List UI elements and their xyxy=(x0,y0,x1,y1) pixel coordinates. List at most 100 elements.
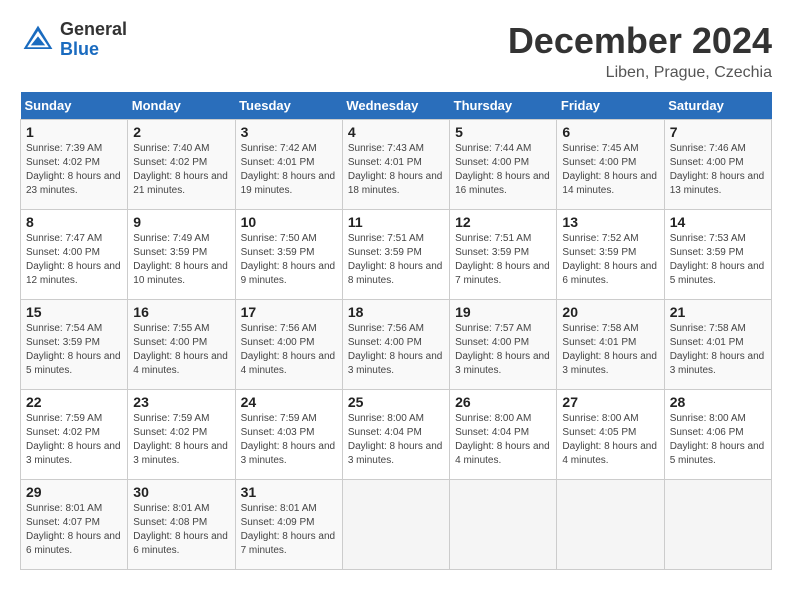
weekday-header-friday: Friday xyxy=(557,92,664,120)
calendar-week-4: 22 Sunrise: 7:59 AM Sunset: 4:02 PM Dayl… xyxy=(21,390,772,480)
day-info: Sunrise: 7:53 AM Sunset: 3:59 PM Dayligh… xyxy=(670,232,766,288)
day-number: 2 xyxy=(133,124,229,140)
calendar-cell xyxy=(557,480,664,570)
day-number: 12 xyxy=(455,214,551,230)
day-number: 17 xyxy=(241,304,337,320)
calendar-subtitle: Liben, Prague, Czechia xyxy=(508,64,772,82)
calendar-week-3: 15 Sunrise: 7:54 AM Sunset: 3:59 PM Dayl… xyxy=(21,300,772,390)
calendar-cell: 9 Sunrise: 7:49 AM Sunset: 3:59 PM Dayli… xyxy=(128,210,235,300)
calendar-cell: 14 Sunrise: 7:53 AM Sunset: 3:59 PM Dayl… xyxy=(664,210,771,300)
calendar-cell: 17 Sunrise: 7:56 AM Sunset: 4:00 PM Dayl… xyxy=(235,300,342,390)
day-info: Sunrise: 7:54 AM Sunset: 3:59 PM Dayligh… xyxy=(26,322,122,378)
day-number: 30 xyxy=(133,484,229,500)
calendar-cell: 25 Sunrise: 8:00 AM Sunset: 4:04 PM Dayl… xyxy=(342,390,449,480)
calendar-cell: 28 Sunrise: 8:00 AM Sunset: 4:06 PM Dayl… xyxy=(664,390,771,480)
day-info: Sunrise: 7:59 AM Sunset: 4:02 PM Dayligh… xyxy=(133,412,229,468)
day-info: Sunrise: 7:57 AM Sunset: 4:00 PM Dayligh… xyxy=(455,322,551,378)
day-info: Sunrise: 7:39 AM Sunset: 4:02 PM Dayligh… xyxy=(26,142,122,198)
calendar-cell: 26 Sunrise: 8:00 AM Sunset: 4:04 PM Dayl… xyxy=(450,390,557,480)
calendar-cell: 16 Sunrise: 7:55 AM Sunset: 4:00 PM Dayl… xyxy=(128,300,235,390)
day-number: 18 xyxy=(348,304,444,320)
day-info: Sunrise: 7:44 AM Sunset: 4:00 PM Dayligh… xyxy=(455,142,551,198)
calendar-cell: 30 Sunrise: 8:01 AM Sunset: 4:08 PM Dayl… xyxy=(128,480,235,570)
day-info: Sunrise: 7:46 AM Sunset: 4:00 PM Dayligh… xyxy=(670,142,766,198)
day-number: 4 xyxy=(348,124,444,140)
calendar-cell: 4 Sunrise: 7:43 AM Sunset: 4:01 PM Dayli… xyxy=(342,120,449,210)
logo-general-text: General xyxy=(60,20,127,40)
calendar-week-2: 8 Sunrise: 7:47 AM Sunset: 4:00 PM Dayli… xyxy=(21,210,772,300)
day-info: Sunrise: 7:40 AM Sunset: 4:02 PM Dayligh… xyxy=(133,142,229,198)
day-number: 11 xyxy=(348,214,444,230)
calendar-cell: 12 Sunrise: 7:51 AM Sunset: 3:59 PM Dayl… xyxy=(450,210,557,300)
calendar-cell: 31 Sunrise: 8:01 AM Sunset: 4:09 PM Dayl… xyxy=(235,480,342,570)
day-number: 24 xyxy=(241,394,337,410)
day-number: 26 xyxy=(455,394,551,410)
calendar-cell: 1 Sunrise: 7:39 AM Sunset: 4:02 PM Dayli… xyxy=(21,120,128,210)
day-info: Sunrise: 7:47 AM Sunset: 4:00 PM Dayligh… xyxy=(26,232,122,288)
calendar-body: 1 Sunrise: 7:39 AM Sunset: 4:02 PM Dayli… xyxy=(21,120,772,570)
day-number: 10 xyxy=(241,214,337,230)
day-info: Sunrise: 7:43 AM Sunset: 4:01 PM Dayligh… xyxy=(348,142,444,198)
day-number: 13 xyxy=(562,214,658,230)
calendar-cell xyxy=(664,480,771,570)
day-info: Sunrise: 7:51 AM Sunset: 3:59 PM Dayligh… xyxy=(348,232,444,288)
day-info: Sunrise: 8:00 AM Sunset: 4:04 PM Dayligh… xyxy=(455,412,551,468)
day-info: Sunrise: 7:50 AM Sunset: 3:59 PM Dayligh… xyxy=(241,232,337,288)
calendar-cell: 15 Sunrise: 7:54 AM Sunset: 3:59 PM Dayl… xyxy=(21,300,128,390)
day-number: 14 xyxy=(670,214,766,230)
day-info: Sunrise: 8:01 AM Sunset: 4:08 PM Dayligh… xyxy=(133,502,229,558)
weekday-header-monday: Monday xyxy=(128,92,235,120)
day-info: Sunrise: 7:56 AM Sunset: 4:00 PM Dayligh… xyxy=(241,322,337,378)
weekday-header-sunday: Sunday xyxy=(21,92,128,120)
calendar-cell: 19 Sunrise: 7:57 AM Sunset: 4:00 PM Dayl… xyxy=(450,300,557,390)
day-number: 1 xyxy=(26,124,122,140)
day-number: 19 xyxy=(455,304,551,320)
day-info: Sunrise: 7:52 AM Sunset: 3:59 PM Dayligh… xyxy=(562,232,658,288)
weekday-header-thursday: Thursday xyxy=(450,92,557,120)
logo-blue-text: Blue xyxy=(60,40,127,60)
logo: General Blue xyxy=(20,20,127,60)
day-number: 9 xyxy=(133,214,229,230)
day-number: 3 xyxy=(241,124,337,140)
calendar-title: December 2024 xyxy=(508,20,772,62)
calendar-cell xyxy=(450,480,557,570)
day-info: Sunrise: 7:45 AM Sunset: 4:00 PM Dayligh… xyxy=(562,142,658,198)
weekday-header-saturday: Saturday xyxy=(664,92,771,120)
page-header: General Blue December 2024 Liben, Prague… xyxy=(20,20,772,82)
weekday-header-tuesday: Tuesday xyxy=(235,92,342,120)
day-number: 28 xyxy=(670,394,766,410)
calendar-cell: 13 Sunrise: 7:52 AM Sunset: 3:59 PM Dayl… xyxy=(557,210,664,300)
calendar-cell: 7 Sunrise: 7:46 AM Sunset: 4:00 PM Dayli… xyxy=(664,120,771,210)
calendar-cell: 22 Sunrise: 7:59 AM Sunset: 4:02 PM Dayl… xyxy=(21,390,128,480)
day-number: 21 xyxy=(670,304,766,320)
calendar-cell: 24 Sunrise: 7:59 AM Sunset: 4:03 PM Dayl… xyxy=(235,390,342,480)
day-number: 16 xyxy=(133,304,229,320)
calendar-header: SundayMondayTuesdayWednesdayThursdayFrid… xyxy=(21,92,772,120)
day-number: 15 xyxy=(26,304,122,320)
weekday-header-wednesday: Wednesday xyxy=(342,92,449,120)
calendar-cell: 5 Sunrise: 7:44 AM Sunset: 4:00 PM Dayli… xyxy=(450,120,557,210)
day-number: 27 xyxy=(562,394,658,410)
calendar-week-5: 29 Sunrise: 8:01 AM Sunset: 4:07 PM Dayl… xyxy=(21,480,772,570)
calendar-cell xyxy=(342,480,449,570)
calendar-cell: 6 Sunrise: 7:45 AM Sunset: 4:00 PM Dayli… xyxy=(557,120,664,210)
calendar-cell: 29 Sunrise: 8:01 AM Sunset: 4:07 PM Dayl… xyxy=(21,480,128,570)
day-info: Sunrise: 7:49 AM Sunset: 3:59 PM Dayligh… xyxy=(133,232,229,288)
day-number: 23 xyxy=(133,394,229,410)
day-number: 20 xyxy=(562,304,658,320)
day-number: 31 xyxy=(241,484,337,500)
day-info: Sunrise: 7:51 AM Sunset: 3:59 PM Dayligh… xyxy=(455,232,551,288)
logo-text: General Blue xyxy=(60,20,127,60)
day-info: Sunrise: 8:00 AM Sunset: 4:05 PM Dayligh… xyxy=(562,412,658,468)
calendar-cell: 11 Sunrise: 7:51 AM Sunset: 3:59 PM Dayl… xyxy=(342,210,449,300)
day-number: 6 xyxy=(562,124,658,140)
calendar-cell: 21 Sunrise: 7:58 AM Sunset: 4:01 PM Dayl… xyxy=(664,300,771,390)
day-number: 5 xyxy=(455,124,551,140)
calendar-cell: 8 Sunrise: 7:47 AM Sunset: 4:00 PM Dayli… xyxy=(21,210,128,300)
calendar-week-1: 1 Sunrise: 7:39 AM Sunset: 4:02 PM Dayli… xyxy=(21,120,772,210)
calendar-cell: 27 Sunrise: 8:00 AM Sunset: 4:05 PM Dayl… xyxy=(557,390,664,480)
day-number: 29 xyxy=(26,484,122,500)
calendar-table: SundayMondayTuesdayWednesdayThursdayFrid… xyxy=(20,92,772,570)
calendar-cell: 20 Sunrise: 7:58 AM Sunset: 4:01 PM Dayl… xyxy=(557,300,664,390)
calendar-cell: 10 Sunrise: 7:50 AM Sunset: 3:59 PM Dayl… xyxy=(235,210,342,300)
